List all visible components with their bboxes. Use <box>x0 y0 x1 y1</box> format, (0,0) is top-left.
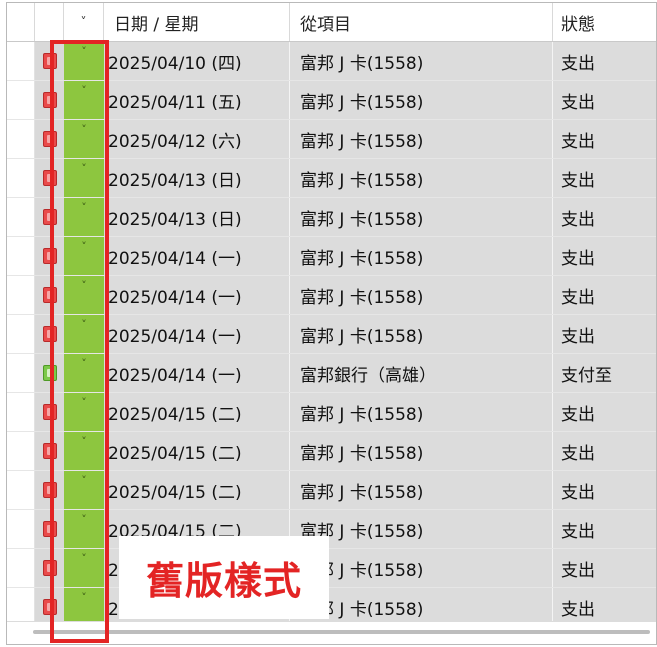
row-status: 支出 <box>553 198 656 236</box>
row-gutter <box>7 81 35 119</box>
row-status: 支出 <box>553 549 656 587</box>
row-date: 2025/04/14 (一) <box>104 354 290 392</box>
row-status: 支出 <box>553 42 656 80</box>
row-account: 富邦 J 卡(1558) <box>290 198 553 236</box>
row-date: 2025/04/14 (一) <box>104 237 290 275</box>
scrollbar-thumb[interactable] <box>33 630 650 634</box>
row-gutter <box>7 276 35 314</box>
row-date: 2025/04/12 (六) <box>104 120 290 158</box>
row-status: 支出 <box>553 588 656 624</box>
header-status[interactable]: 狀態 <box>553 3 656 41</box>
row-account: 富邦 J 卡(1558) <box>290 549 553 587</box>
row-account: 富邦 J 卡(1558) <box>290 120 553 158</box>
row-status: 支出 <box>553 159 656 197</box>
row-account: 富邦 J 卡(1558) <box>290 276 553 314</box>
row-account: 富邦 J 卡(1558) <box>290 588 553 624</box>
row-gutter <box>7 354 35 392</box>
row-date: 2025/04/10 (四) <box>104 42 290 80</box>
row-status: 支出 <box>553 393 656 431</box>
row-account: 富邦 J 卡(1558) <box>290 237 553 275</box>
annotation-label: 舊版樣式 <box>119 536 329 619</box>
row-account: 富邦銀行（高雄） <box>290 354 553 392</box>
row-account: 富邦 J 卡(1558) <box>290 393 553 431</box>
row-gutter <box>7 393 35 431</box>
row-status: 支出 <box>553 81 656 119</box>
row-status: 支出 <box>553 120 656 158</box>
row-status: 支付至 <box>553 354 656 392</box>
grid-header: ˅ 日期 / 星期 從項目 狀態 <box>7 3 656 42</box>
row-status: 支出 <box>553 315 656 353</box>
row-gutter <box>7 198 35 236</box>
header-account[interactable]: 從項目 <box>290 3 553 41</box>
row-status: 支出 <box>553 510 656 548</box>
row-date: 2025/04/15 (二) <box>104 432 290 470</box>
annotation-highlight-box <box>50 40 109 643</box>
row-gutter <box>7 159 35 197</box>
row-gutter <box>7 471 35 509</box>
row-gutter <box>7 237 35 275</box>
row-date: 2025/04/14 (一) <box>104 315 290 353</box>
row-status: 支出 <box>553 471 656 509</box>
header-type[interactable] <box>35 3 64 41</box>
row-date: 2025/04/14 (一) <box>104 276 290 314</box>
row-gutter <box>7 510 35 548</box>
row-gutter <box>7 432 35 470</box>
row-status: 支出 <box>553 276 656 314</box>
row-date: 2025/04/15 (二) <box>104 393 290 431</box>
row-gutter <box>7 120 35 158</box>
row-date: 2025/04/15 (二) <box>104 471 290 509</box>
row-account: 富邦 J 卡(1558) <box>290 42 553 80</box>
header-date[interactable]: 日期 / 星期 <box>104 3 290 41</box>
row-account: 富邦 J 卡(1558) <box>290 315 553 353</box>
row-account: 富邦 J 卡(1558) <box>290 471 553 509</box>
row-date: 2025/04/11 (五) <box>104 81 290 119</box>
row-gutter <box>7 315 35 353</box>
header-expand-toggle[interactable]: ˅ <box>64 3 104 41</box>
row-account: 富邦 J 卡(1558) <box>290 432 553 470</box>
row-status: 支出 <box>553 237 656 275</box>
header-blank <box>7 3 35 41</box>
row-account: 富邦 J 卡(1558) <box>290 81 553 119</box>
row-account: 富邦 J 卡(1558) <box>290 510 553 548</box>
row-gutter <box>7 588 35 624</box>
row-status: 支出 <box>553 432 656 470</box>
row-date: 2025/04/13 (日) <box>104 159 290 197</box>
row-date: 2025/04/13 (日) <box>104 198 290 236</box>
row-gutter <box>7 549 35 587</box>
row-account: 富邦 J 卡(1558) <box>290 159 553 197</box>
row-gutter <box>7 42 35 80</box>
